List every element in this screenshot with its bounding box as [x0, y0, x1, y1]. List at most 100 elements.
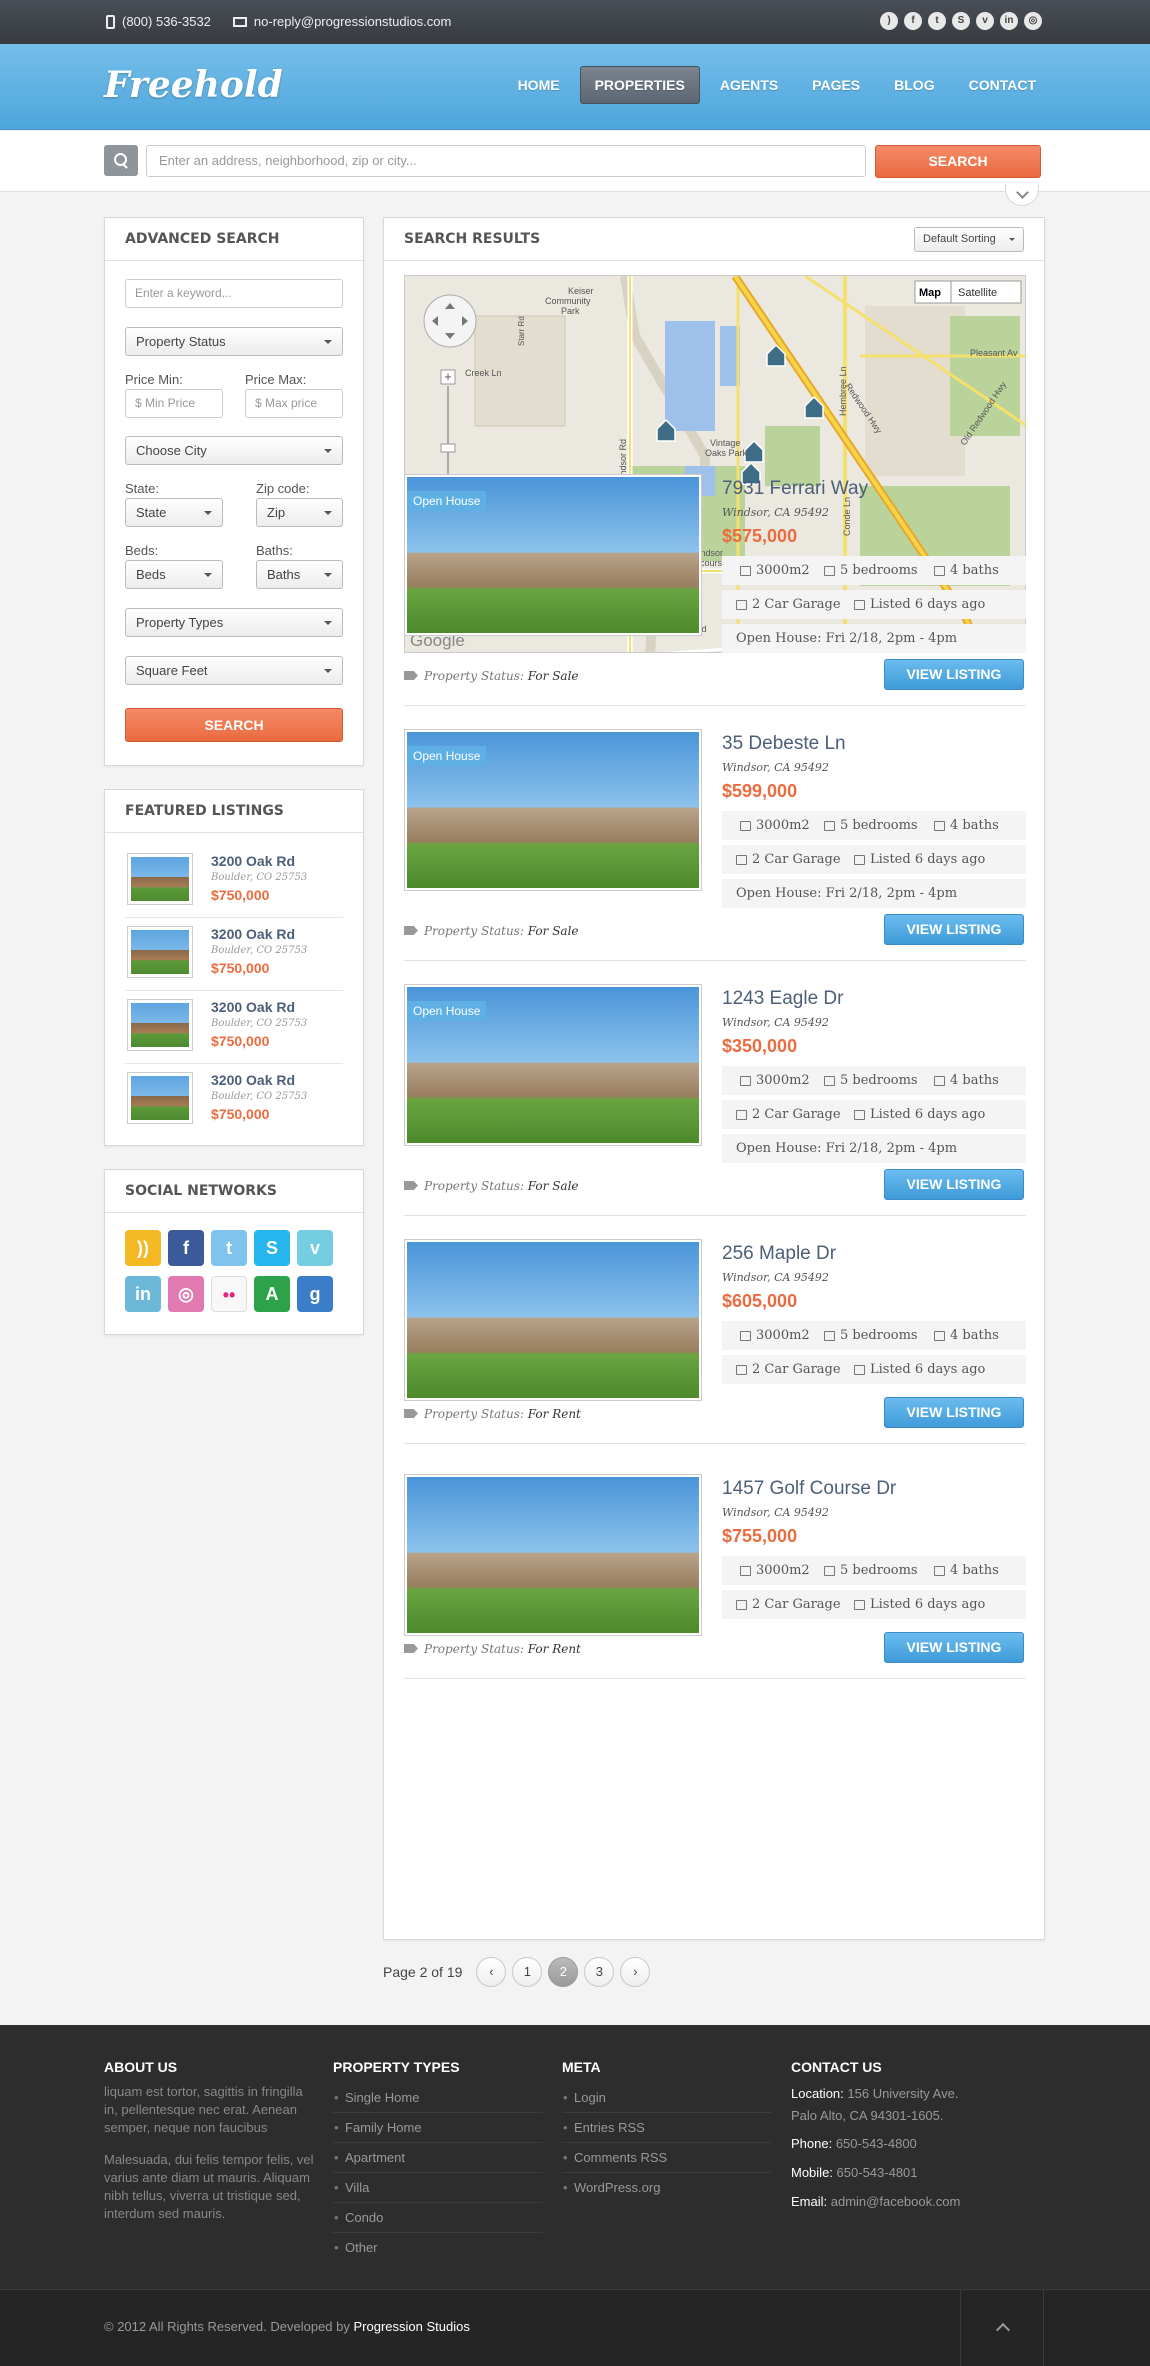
listing-title[interactable]: 1457 Golf Course Dr [722, 1478, 896, 1500]
linkedin-icon[interactable]: in [1000, 12, 1018, 30]
featured-price: $750,000 [211, 1106, 270, 1122]
back-to-top-icon[interactable] [960, 2290, 1044, 2366]
phone-info: (800) 536-3532 [106, 14, 211, 29]
listing-extra: 2 Car Garage Listed 6 days ago [722, 1100, 1026, 1129]
chevron-down-icon[interactable] [1005, 184, 1039, 206]
flickr-icon[interactable]: •• [211, 1276, 247, 1312]
twitter-icon[interactable]: t [211, 1230, 247, 1266]
contact-email[interactable]: Email: admin@facebook.com [791, 2187, 981, 2216]
nav-pages[interactable]: PAGES [798, 66, 874, 104]
calendar-icon [854, 599, 865, 610]
sorting-select[interactable]: Default Sorting [914, 227, 1024, 252]
advanced-search-button[interactable]: SEARCH [125, 708, 343, 742]
search-button[interactable]: SEARCH [875, 145, 1041, 178]
next-page-button[interactable]: › [620, 1957, 651, 1987]
footer-link[interactable]: Comments RSS [562, 2143, 772, 2173]
footer-link[interactable]: Login [562, 2083, 772, 2113]
page-2-button[interactable]: 2 [548, 1957, 579, 1987]
baths-select[interactable]: Baths [256, 560, 343, 589]
featured-title[interactable]: 3200 Oak Rd [211, 853, 295, 869]
footer-link[interactable]: Villa [333, 2173, 543, 2203]
listing-image[interactable] [404, 1474, 702, 1636]
nav-agents[interactable]: AGENTS [706, 66, 792, 104]
google-icon[interactable]: g [297, 1276, 333, 1312]
footer-link[interactable]: Single Home [333, 2083, 543, 2113]
view-listing-button[interactable]: VIEW LISTING [884, 914, 1024, 945]
keyword-input[interactable]: Enter a keyword... [125, 279, 343, 308]
rss-icon[interactable]: )) [125, 1230, 161, 1266]
price-min-input[interactable]: $ Min Price [125, 389, 223, 418]
property-status-select[interactable]: Property Status [125, 327, 343, 356]
featured-thumbnail[interactable] [127, 1072, 193, 1124]
featured-item[interactable]: 3200 Oak Rd Boulder, CO 25753 $750,000 [125, 845, 343, 918]
search-icon[interactable] [104, 145, 138, 176]
listing-title[interactable]: 256 Maple Dr [722, 1243, 836, 1265]
listing-specs: 3000m2 5 bedrooms 4 baths [722, 1066, 1026, 1095]
listing-image[interactable] [404, 1239, 702, 1401]
facebook-icon[interactable]: f [168, 1230, 204, 1266]
linkedin-icon[interactable]: in [125, 1276, 161, 1312]
footer-link[interactable]: Apartment [333, 2143, 543, 2173]
beds-select[interactable]: Beds [125, 560, 223, 589]
nav-contact[interactable]: CONTACT [955, 66, 1050, 104]
listing-title[interactable]: 35 Debeste Ln [722, 733, 846, 755]
property-status: Property Status: For Sale [404, 1179, 579, 1193]
cube-icon [740, 1330, 751, 1341]
view-listing-button[interactable]: VIEW LISTING [884, 1397, 1024, 1428]
skype-icon[interactable]: S [254, 1230, 290, 1266]
footer-link[interactable]: WordPress.org [562, 2173, 772, 2202]
featured-thumbnail[interactable] [127, 853, 193, 905]
footer-link[interactable]: Condo [333, 2203, 543, 2233]
dribbble-icon[interactable]: ◎ [168, 1276, 204, 1312]
featured-item[interactable]: 3200 Oak Rd Boulder, CO 25753 $750,000 [125, 1064, 343, 1137]
price-max-input[interactable]: $ Max price [245, 389, 343, 418]
view-listing-button[interactable]: VIEW LISTING [884, 1169, 1024, 1200]
view-listing-button[interactable]: VIEW LISTING [884, 659, 1024, 690]
footer-meta: META Login Entries RSS Comments RSS Word… [562, 2059, 772, 2202]
listing-image[interactable]: Open House [404, 984, 702, 1146]
city-select[interactable]: Choose City [125, 436, 343, 465]
featured-item[interactable]: 3200 Oak Rd Boulder, CO 25753 $750,000 [125, 918, 343, 991]
listing-divider [404, 960, 1026, 961]
view-listing-button[interactable]: VIEW LISTING [884, 1632, 1024, 1663]
tree-icon[interactable]: A [254, 1276, 290, 1312]
nav-properties[interactable]: PROPERTIES [579, 66, 700, 104]
footer-link[interactable]: Family Home [333, 2113, 543, 2143]
featured-title[interactable]: 3200 Oak Rd [211, 926, 295, 942]
bath-icon [934, 565, 945, 576]
nav-home[interactable]: HOME [504, 66, 574, 104]
vimeo-icon[interactable]: v [297, 1230, 333, 1266]
email-text[interactable]: no-reply@progressionstudios.com [254, 14, 451, 29]
developer-link[interactable]: Progression Studios [354, 2319, 470, 2334]
page-1-button[interactable]: 1 [512, 1957, 543, 1987]
page-3-button[interactable]: 3 [584, 1957, 615, 1987]
footer-about-title: ABOUT US [104, 2059, 178, 2075]
featured-title[interactable]: 3200 Oak Rd [211, 1072, 295, 1088]
footer-link[interactable]: Entries RSS [562, 2113, 772, 2143]
rss-icon[interactable]: ) [880, 12, 898, 30]
zip-select[interactable]: Zip [256, 498, 343, 527]
listing-image[interactable]: Open House [404, 474, 702, 636]
listing-image[interactable]: Open House [404, 729, 702, 891]
featured-thumbnail[interactable] [127, 926, 193, 978]
dribbble-icon[interactable]: ◎ [1024, 12, 1042, 30]
square-feet-select[interactable]: Square Feet [125, 656, 343, 685]
property-types-select[interactable]: Property Types [125, 608, 343, 637]
email-info[interactable]: no-reply@progressionstudios.com [232, 14, 451, 29]
featured-price: $750,000 [211, 887, 270, 903]
facebook-icon[interactable]: f [904, 12, 922, 30]
twitter-icon[interactable]: t [928, 12, 946, 30]
vimeo-icon[interactable]: v [976, 12, 994, 30]
footer-link[interactable]: Other [333, 2233, 543, 2262]
search-input[interactable]: Enter an address, neighborhood, zip or c… [146, 145, 866, 177]
nav-blog[interactable]: BLOG [880, 66, 948, 104]
listing-title[interactable]: 1243 Eagle Dr [722, 988, 843, 1010]
featured-title[interactable]: 3200 Oak Rd [211, 999, 295, 1015]
state-select[interactable]: State [125, 498, 223, 527]
listing-title[interactable]: 7931 Ferrari Way [722, 478, 868, 500]
featured-thumbnail[interactable] [127, 999, 193, 1051]
featured-item[interactable]: 3200 Oak Rd Boulder, CO 25753 $750,000 [125, 991, 343, 1064]
site-logo[interactable]: Freehold [104, 64, 283, 106]
prev-page-button[interactable]: ‹ [476, 1957, 507, 1987]
skype-icon[interactable]: S [952, 12, 970, 30]
